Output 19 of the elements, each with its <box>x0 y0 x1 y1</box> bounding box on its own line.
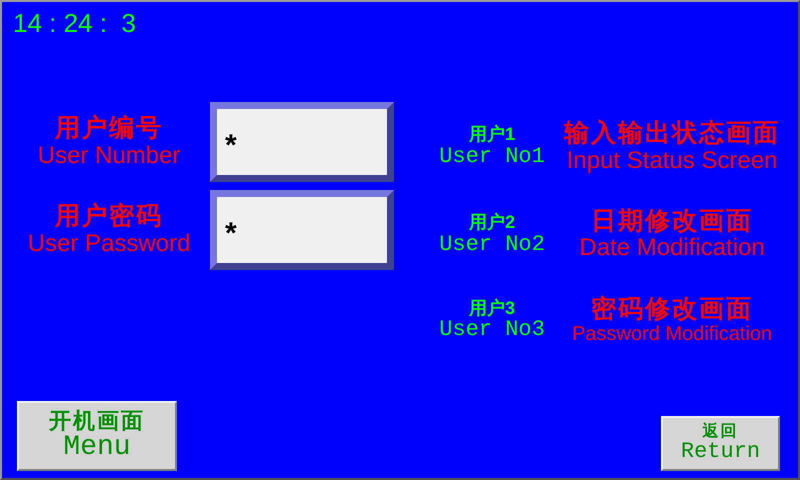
screen-label: 日期修改画面 <box>591 208 753 236</box>
screen-label: Password Modification <box>572 323 772 346</box>
screen-label: Date Modification <box>579 235 765 262</box>
user-label: 用户2 <box>468 212 515 233</box>
input-field[interactable]: * <box>210 190 394 270</box>
screen-label: 输入输出状态画面 <box>564 120 780 148</box>
user-label: User No3 <box>439 318 545 343</box>
field-label: User Number <box>38 142 180 169</box>
field-label: 用户编号 <box>55 115 163 143</box>
field-label: 用户密码 <box>55 203 163 231</box>
screen-label: 密码修改画面 <box>591 296 753 324</box>
screen-label: Input Status Screen <box>566 148 778 174</box>
clock-time: 14 : 24 : 3 <box>12 7 136 36</box>
field-label: User Password <box>28 230 190 257</box>
user-label: User No2 <box>439 232 545 257</box>
user-label: User No1 <box>439 144 545 169</box>
user-label: 用户1 <box>468 124 515 145</box>
input-field[interactable]: * <box>210 102 394 182</box>
user-label: 用户3 <box>468 298 515 318</box>
